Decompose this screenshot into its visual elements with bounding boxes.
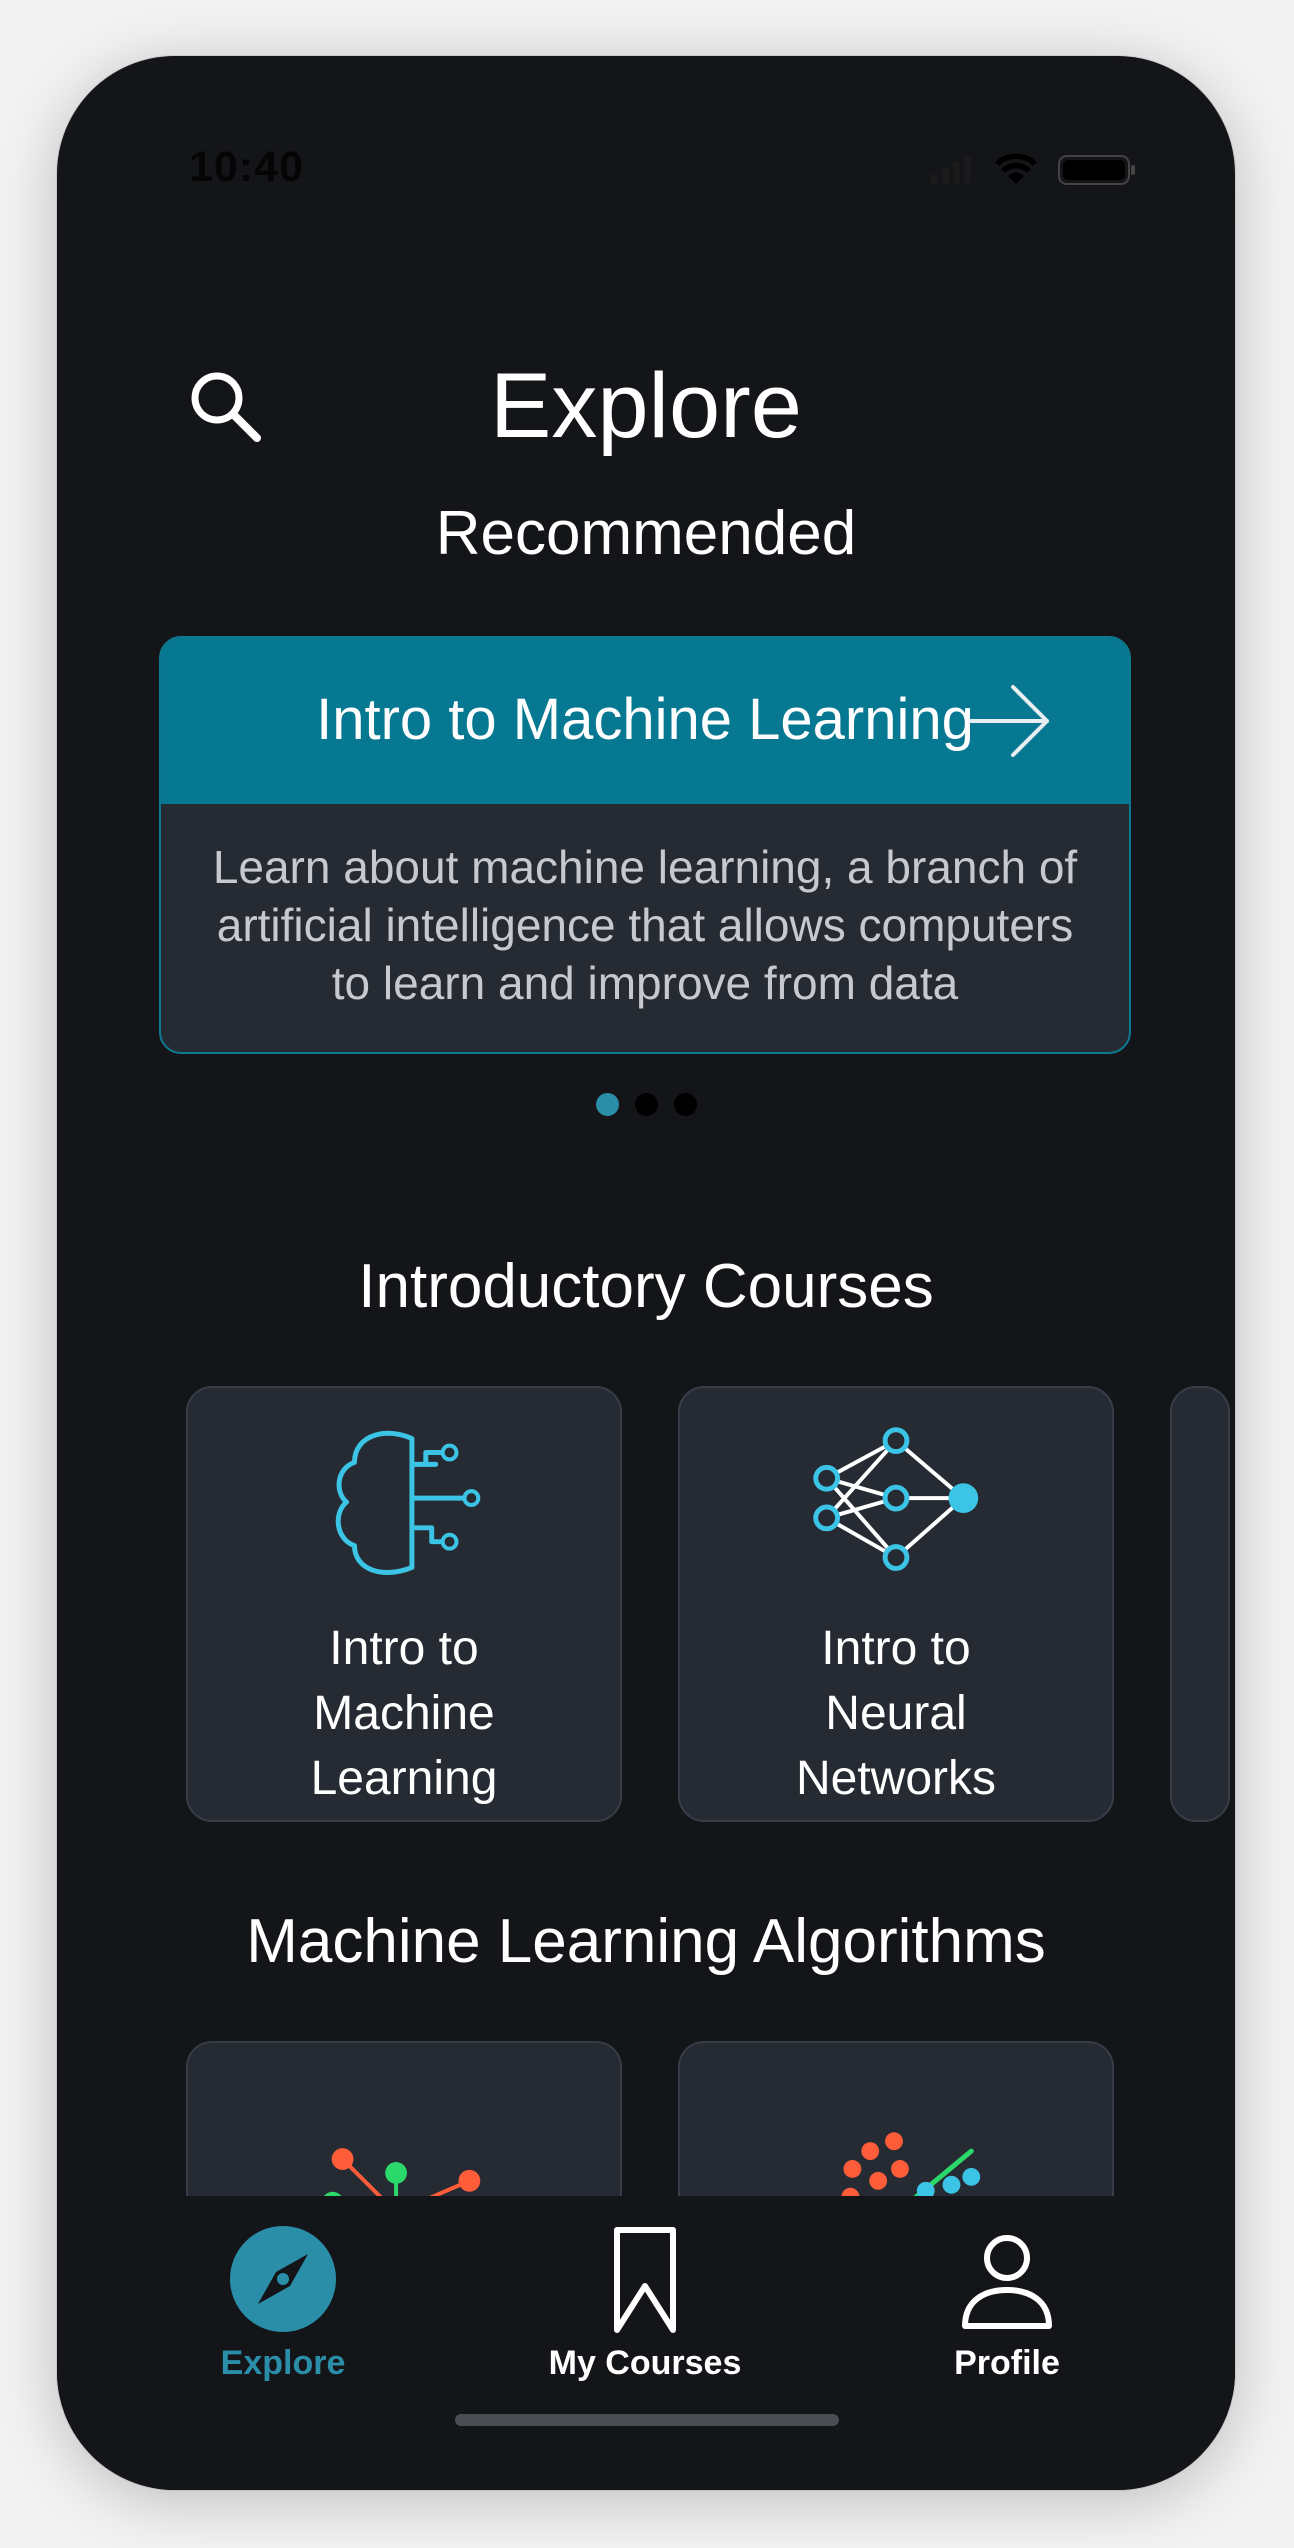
- neural-network-icon: [813, 1427, 979, 1571]
- signal-icon: [931, 156, 971, 184]
- battery-icon: [1058, 155, 1135, 185]
- carousel-pagination: [57, 1093, 1235, 1116]
- status-bar: 10:40: [57, 56, 1235, 206]
- recommended-course-card[interactable]: Intro to Machine Learning Learn about ma…: [159, 636, 1131, 1054]
- course-label: Intro to Machine Learning: [310, 1622, 498, 1805]
- compass-icon: [230, 2226, 336, 2332]
- brain-circuit-icon: [335, 1430, 481, 1575]
- tab-profile[interactable]: Profile: [877, 2226, 1137, 2382]
- recommended-card-description: Learn about machine learning, a branch o…: [212, 841, 1078, 1009]
- ml-algorithms-row: [186, 2041, 1235, 2196]
- status-time: 10:40: [189, 143, 304, 191]
- course-label: Intro to Neural Networks: [795, 1622, 997, 1805]
- tree-graph-icon: [324, 2148, 481, 2196]
- tab-label: My Courses: [548, 2344, 742, 2382]
- introductory-courses-row: Intro to Machine Learning Intro to Neura…: [186, 1386, 1235, 1826]
- ml-algorithms-heading: Machine Learning Algorithms: [246, 1907, 1046, 1976]
- course-card-decision-tree[interactable]: [186, 2041, 622, 2196]
- arrow-right-icon[interactable]: [969, 684, 1051, 758]
- scatter-regression-icon: [841, 2132, 981, 2196]
- course-card-intro-ml[interactable]: Intro to Machine Learning: [186, 1386, 622, 1822]
- course-card-partial[interactable]: [1170, 1386, 1230, 1822]
- pagination-dot-active[interactable]: [595, 1093, 619, 1116]
- course-card-intro-neural-networks[interactable]: Intro to Neural Networks: [678, 1386, 1114, 1822]
- header: Explore: [57, 296, 1235, 457]
- recommended-heading: Recommended: [435, 499, 857, 568]
- tab-bar: Explore My Courses Profile: [57, 2196, 1235, 2490]
- status-icons: [931, 153, 1135, 185]
- pagination-dot[interactable]: [634, 1093, 658, 1116]
- pagination-dot[interactable]: [673, 1093, 697, 1116]
- home-indicator[interactable]: [455, 2414, 839, 2426]
- person-icon: [962, 2235, 1052, 2329]
- bookmark-icon: [614, 2227, 676, 2333]
- phone-screen: 10:40 Explore Recommended Intro to Machi…: [57, 56, 1235, 2490]
- tab-my-courses[interactable]: My Courses: [515, 2226, 775, 2382]
- tab-explore[interactable]: Explore: [153, 2226, 413, 2382]
- recommended-card-header: Intro to Machine Learning: [161, 638, 1129, 804]
- tab-label: Profile: [954, 2344, 1060, 2382]
- tab-label: Explore: [220, 2344, 346, 2382]
- introductory-courses-heading: Introductory Courses: [358, 1252, 934, 1321]
- wifi-icon: [995, 153, 1037, 184]
- page-title: Explore: [490, 355, 802, 457]
- course-card-linear-regression[interactable]: [678, 2041, 1114, 2196]
